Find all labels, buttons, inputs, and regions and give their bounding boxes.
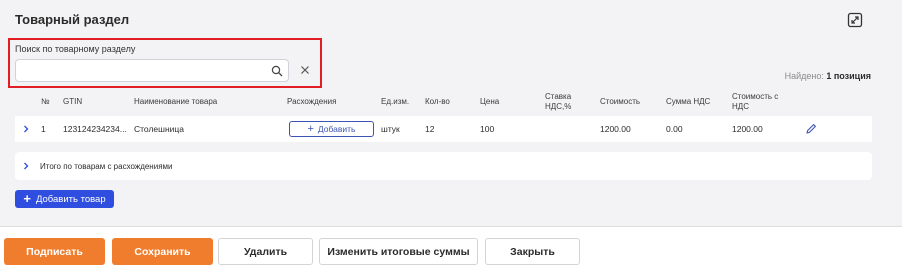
header-price: Цена	[480, 97, 500, 106]
cell-cost-vat: 1200.00	[732, 124, 763, 134]
section-title: Товарный раздел	[15, 12, 130, 27]
chevron-right-icon[interactable]	[22, 125, 30, 133]
plus-icon: +	[23, 191, 31, 206]
header-unit: Ед.изм.	[381, 97, 410, 106]
table-row: 1 123124234234... Столешница + Добавить …	[15, 116, 872, 142]
header-diff: Расхождения	[287, 97, 337, 106]
search-icon[interactable]	[271, 65, 283, 77]
cell-num: 1	[41, 124, 46, 134]
found-value: 1 позиция	[826, 71, 871, 81]
close-icon[interactable]	[300, 65, 310, 75]
add-goods-button[interactable]: + Добавить товар	[15, 190, 114, 208]
table-header: № GTIN Наименование товара Расхождения Е…	[15, 88, 872, 116]
close-button[interactable]: Закрыть	[485, 238, 580, 265]
header-qty: Кол-во	[425, 97, 450, 106]
header-cost: Стоимость	[600, 97, 641, 106]
footer-divider	[0, 226, 902, 227]
save-button[interactable]: Сохранить	[112, 238, 213, 265]
found-prefix: Найдено:	[784, 71, 827, 81]
search-input[interactable]	[22, 63, 262, 79]
search-label: Поиск по товарному разделу	[15, 44, 136, 54]
cell-qty: 12	[425, 124, 435, 134]
cell-cost: 1200.00	[600, 124, 631, 134]
delete-button[interactable]: Удалить	[218, 238, 313, 265]
header-num: №	[41, 97, 50, 106]
header-vat-rate: Ставка НДС,%	[545, 92, 572, 111]
found-count: Найдено: 1 позиция	[785, 71, 871, 81]
cell-gtin: 123124234234...	[63, 124, 127, 134]
expand-icon[interactable]	[847, 12, 863, 28]
search-field[interactable]	[15, 59, 289, 82]
add-goods-label: Добавить товар	[35, 193, 106, 205]
header-cost-vat: Стоимость с НДС	[732, 92, 779, 111]
goods-section-panel: Товарный раздел Поиск по товарному разде…	[0, 0, 902, 226]
cell-name: Столешница	[134, 124, 185, 134]
add-discrepancy-button[interactable]: + Добавить	[289, 121, 374, 137]
header-gtin: GTIN	[63, 97, 83, 106]
header-name: Наименование товара	[134, 97, 218, 106]
cell-vat-sum: 0.00	[666, 124, 683, 134]
cell-unit: штук	[381, 124, 400, 134]
plus-icon: +	[307, 123, 314, 135]
add-discrepancy-label: Добавить	[317, 124, 356, 134]
chevron-right-icon[interactable]	[22, 162, 30, 170]
cell-price: 100	[480, 124, 495, 134]
discrepancies-row[interactable]: Итого по товарам с расхождениями	[15, 152, 872, 180]
pencil-icon[interactable]	[805, 123, 817, 135]
change-totals-button[interactable]: Изменить итоговые суммы	[319, 238, 478, 265]
discrepancies-label: Итого по товарам с расхождениями	[40, 161, 173, 171]
sign-button[interactable]: Подписать	[4, 238, 105, 265]
header-vat-sum: Сумма НДС	[666, 97, 711, 106]
